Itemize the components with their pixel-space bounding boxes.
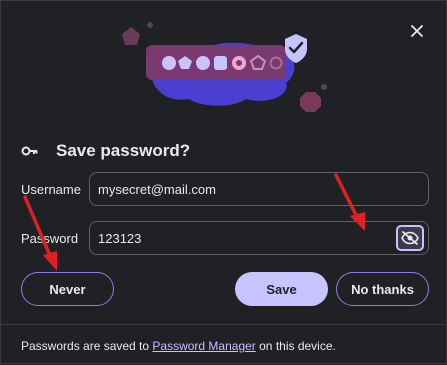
save-button-label: Save xyxy=(266,281,297,297)
dialog-title: Save password? xyxy=(56,141,191,160)
hero-illustration xyxy=(122,22,327,112)
hero-mask-dot xyxy=(196,56,210,70)
footer-suffix: on this device. xyxy=(255,339,336,353)
footer-text: Passwords are saved to Password Manager … xyxy=(21,339,336,353)
no-thanks-button-label: No thanks xyxy=(351,281,414,297)
key-icon xyxy=(21,146,38,156)
footer-prefix: Passwords are saved to xyxy=(21,339,153,353)
save-button[interactable]: Save xyxy=(235,272,328,306)
eye-off-icon xyxy=(401,231,419,245)
username-value: mysecret@mail.com xyxy=(98,181,216,197)
hero-dot-decoration xyxy=(147,22,153,28)
close-button[interactable] xyxy=(405,19,429,43)
password-manager-link[interactable]: Password Manager xyxy=(152,339,255,353)
hero-dot-decoration xyxy=(321,84,327,90)
never-button-label: Never xyxy=(49,281,86,297)
hero-mask-dot xyxy=(162,56,176,70)
toggle-password-visibility-button[interactable] xyxy=(396,225,424,251)
footer-divider xyxy=(1,324,447,325)
hero-mask-flower-center xyxy=(236,60,242,66)
password-field[interactable]: 123123 xyxy=(89,221,429,255)
dialog-header: Save password? xyxy=(21,141,190,161)
username-label: Username xyxy=(21,182,81,197)
never-button[interactable]: Never xyxy=(21,272,114,306)
save-password-dialog: Save password? Username mysecret@mail.co… xyxy=(0,0,447,364)
username-field[interactable]: mysecret@mail.com xyxy=(89,172,429,206)
hero-octagon-decoration xyxy=(300,92,321,112)
password-label: Password xyxy=(21,231,79,246)
close-icon xyxy=(411,25,423,37)
no-thanks-button[interactable]: No thanks xyxy=(336,272,429,306)
hero-pentagon-decoration xyxy=(122,27,140,45)
hero-mask-square xyxy=(214,56,227,70)
password-value: 123123 xyxy=(98,230,142,246)
